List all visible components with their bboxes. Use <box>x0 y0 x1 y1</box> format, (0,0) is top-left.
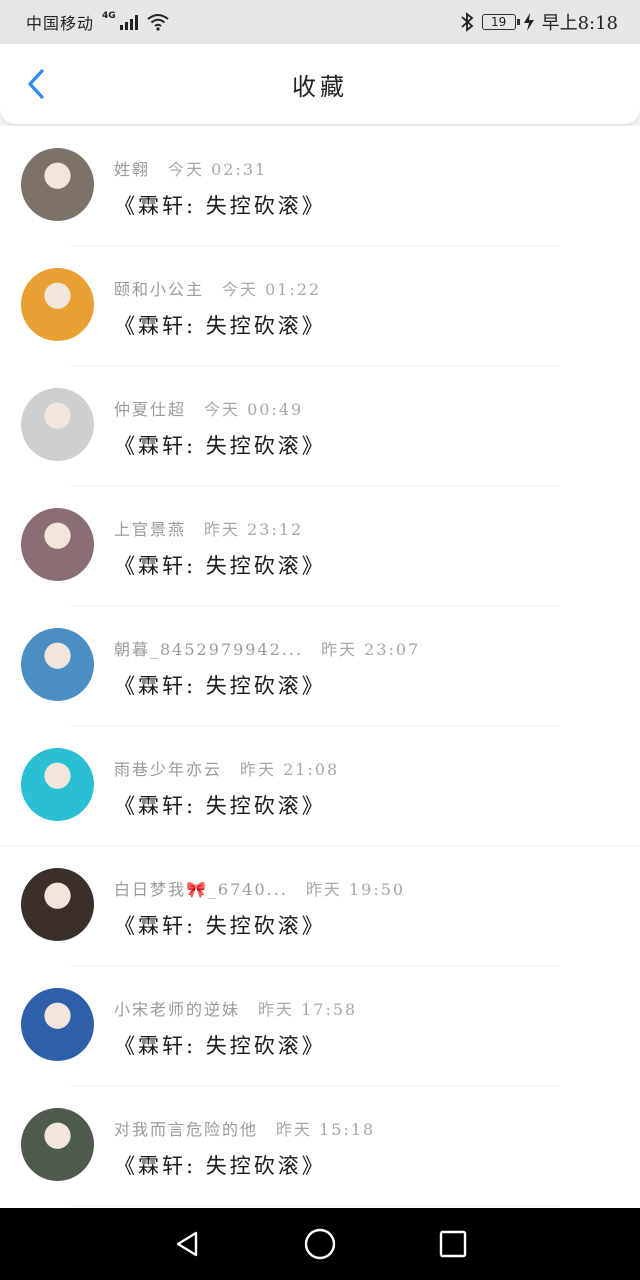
avatar[interactable] <box>21 868 94 941</box>
meta-line: 姓翱 今天 02:31 <box>114 156 267 180</box>
timestamp: 今天 00:49 <box>204 400 304 419</box>
book-title[interactable]: 《霖轩: 失控砍滚》 <box>114 430 326 460</box>
wifi-icon <box>147 14 169 31</box>
username[interactable]: 小宋老师的逆妹 <box>114 1000 240 1019</box>
book-title[interactable]: 《霖轩: 失控砍滚》 <box>114 910 326 940</box>
avatar[interactable] <box>21 628 94 701</box>
book-title[interactable]: 《霖轩: 失控砍滚》 <box>114 790 326 820</box>
timestamp: 昨天 19:50 <box>305 880 406 899</box>
meta-line: 白日梦我🎀_6740... 昨天 19:50 <box>114 876 405 900</box>
avatar[interactable] <box>21 148 94 221</box>
list-item[interactable]: 颐和小公主 今天 01:22 《霖轩: 失控砍滚》 <box>0 246 640 366</box>
list-item[interactable]: 朝暮_8452979942... 昨天 23:07 《霖轩: 失控砍滚》 <box>0 606 640 726</box>
timestamp: 昨天 23:07 <box>321 640 421 659</box>
username[interactable]: 白日梦我🎀_6740... <box>114 880 288 899</box>
username[interactable]: 对我而言危险的他 <box>114 1120 258 1139</box>
list-item[interactable]: 对我而言危险的他 昨天 15:18 《霖轩: 失控砍滚》 <box>0 1086 640 1206</box>
meta-line: 上官景燕 昨天 23:12 <box>114 516 303 540</box>
timestamp: 昨天 21:08 <box>240 760 340 779</box>
back-button[interactable] <box>18 66 54 102</box>
book-title[interactable]: 《霖轩: 失控砍滚》 <box>114 550 326 580</box>
meta-line: 小宋老师的逆妹 昨天 17:58 <box>114 996 357 1020</box>
status-bar: 中国移动 4G 19 早上8:18 <box>0 0 640 44</box>
network-type-label: 4G <box>102 11 116 21</box>
bluetooth-icon <box>460 12 473 32</box>
list-item[interactable]: 上官景燕 昨天 23:12 《霖轩: 失控砍滚》 <box>0 486 640 606</box>
book-title[interactable]: 《霖轩: 失控砍滚》 <box>114 670 326 700</box>
avatar[interactable] <box>21 1108 94 1181</box>
header: 收藏 <box>0 44 640 124</box>
back-triangle-icon <box>176 1231 197 1257</box>
page-title: 收藏 <box>292 72 348 101</box>
avatar[interactable] <box>21 508 94 581</box>
charging-icon <box>523 13 534 31</box>
list-item[interactable]: 小宋老师的逆妹 昨天 17:58 《霖轩: 失控砍滚》 <box>0 966 640 1086</box>
username[interactable]: 雨巷少年亦云 <box>114 760 222 779</box>
nav-back-button[interactable] <box>167 1224 207 1264</box>
meta-line: 朝暮_8452979942... 昨天 23:07 <box>114 636 420 660</box>
recents-square-icon <box>440 1230 467 1258</box>
timestamp: 今天 02:31 <box>168 160 268 179</box>
home-circle-icon <box>304 1228 336 1260</box>
battery-icon: 19 <box>481 14 520 30</box>
list-item[interactable]: 姓翱 今天 02:31 《霖轩: 失控砍滚》 <box>0 126 640 246</box>
timestamp: 今天 01:22 <box>222 280 322 299</box>
list-item[interactable]: 雨巷少年亦云 昨天 21:08 《霖轩: 失控砍滚》 <box>0 726 640 846</box>
username[interactable]: 上官景燕 <box>114 520 186 539</box>
book-title[interactable]: 《霖轩: 失控砍滚》 <box>114 1030 326 1060</box>
chevron-left-icon <box>28 69 44 99</box>
list-item[interactable]: 仲夏仕超 今天 00:49 《霖轩: 失控砍滚》 <box>0 366 640 486</box>
list-item[interactable]: 白日梦我🎀_6740... 昨天 19:50 《霖轩: 失控砍滚》 <box>0 846 640 966</box>
meta-line: 颐和小公主 今天 01:22 <box>114 276 321 300</box>
timestamp: 昨天 23:12 <box>204 520 304 539</box>
username[interactable]: 仲夏仕超 <box>114 400 186 419</box>
signal-icon <box>119 14 138 30</box>
timestamp: 昨天 17:58 <box>258 1000 358 1019</box>
avatar[interactable] <box>21 748 94 821</box>
status-left: 中国移动 4G <box>26 10 170 34</box>
meta-line: 仲夏仕超 今天 00:49 <box>114 396 303 420</box>
timestamp: 昨天 15:18 <box>276 1120 376 1139</box>
username[interactable]: 姓翱 <box>114 160 150 179</box>
nav-home-button[interactable] <box>300 1224 340 1264</box>
battery-level: 19 <box>490 15 507 29</box>
clock: 早上8:18 <box>541 13 618 34</box>
book-title[interactable]: 《霖轩: 失控砍滚》 <box>114 1150 326 1180</box>
favorites-list: 姓翱 今天 02:31 《霖轩: 失控砍滚》 颐和小公主 今天 01:22 《霖轩: 失控… <box>0 126 640 1208</box>
username[interactable]: 颐和小公主 <box>114 280 204 299</box>
divider <box>70 1205 560 1206</box>
status-right: 19 早上8:18 <box>460 9 618 35</box>
avatar[interactable] <box>21 268 94 341</box>
navigation-bar <box>0 1208 640 1280</box>
nav-recents-button[interactable] <box>433 1224 473 1264</box>
username[interactable]: 朝暮_8452979942... <box>114 640 303 659</box>
screen: 中国移动 4G 19 早上8:18 收藏 姓翱 今天 02:31 《霖轩: 失控… <box>0 0 640 1280</box>
book-title[interactable]: 《霖轩: 失控砍滚》 <box>114 190 326 220</box>
avatar[interactable] <box>21 388 94 461</box>
avatar[interactable] <box>21 988 94 1061</box>
meta-line: 对我而言危险的他 昨天 15:18 <box>114 1116 375 1140</box>
book-title[interactable]: 《霖轩: 失控砍滚》 <box>114 310 326 340</box>
carrier-label: 中国移动 <box>26 14 95 33</box>
meta-line: 雨巷少年亦云 昨天 21:08 <box>114 756 339 780</box>
